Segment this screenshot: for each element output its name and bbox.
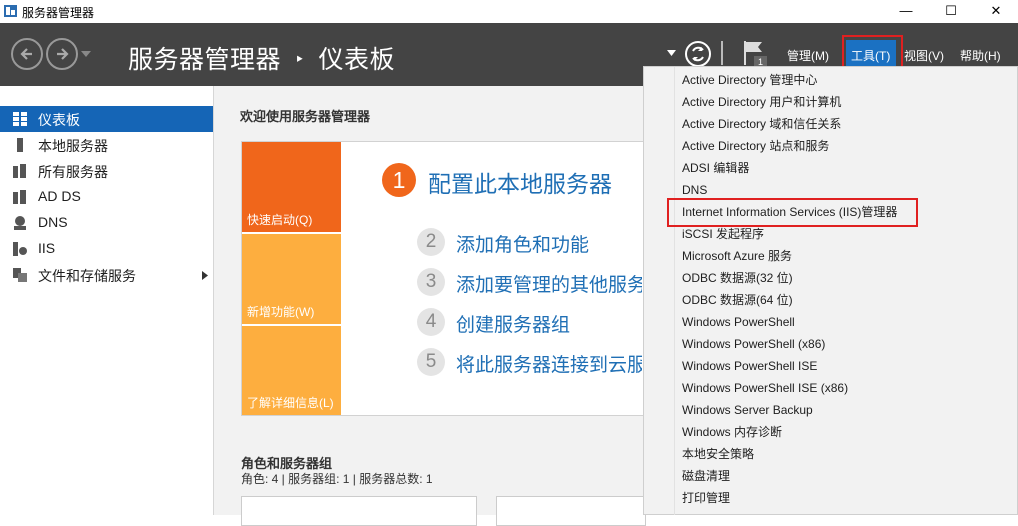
tile-learnmore[interactable]: 了解详细信息(L) xyxy=(242,326,341,415)
breadcrumb-page: 仪表板 xyxy=(318,46,395,74)
tools-menu-item[interactable]: 磁盘清理 xyxy=(682,465,1012,487)
roles-summary: 角色: 4 | 服务器组: 1 | 服务器总数: 1 xyxy=(241,472,433,486)
tools-menu-item[interactable]: Microsoft Azure 服务 xyxy=(682,245,1012,267)
step-1-link[interactable]: 配置此本地服务器 xyxy=(428,165,612,199)
sidebar-item-label: 文件和存储服务 xyxy=(38,268,136,284)
tools-menu-item[interactable]: ODBC 数据源(32 位) xyxy=(682,267,1012,289)
step-3-link[interactable]: 添加要管理的其他服务器 xyxy=(456,270,642,297)
step-4-number: 4 xyxy=(417,308,445,336)
tools-menu-item[interactable]: Windows PowerShell ISE (x86) xyxy=(682,377,1012,399)
sidebar-item-label: 所有服务器 xyxy=(38,164,108,180)
back-arrow-icon xyxy=(20,48,32,60)
step-5-number: 5 xyxy=(417,348,445,376)
sidebar-item-iis[interactable]: IIS xyxy=(0,236,213,262)
forward-arrow-icon xyxy=(57,48,69,60)
tools-menu-item[interactable]: Windows PowerShell xyxy=(682,311,1012,333)
welcome-heading: 欢迎使用服务器管理器 xyxy=(240,109,371,124)
server-manager-app-icon xyxy=(4,5,17,17)
step-4-link[interactable]: 创建服务器组 xyxy=(456,310,570,337)
forward-button[interactable] xyxy=(46,38,78,70)
step-3-number: 3 xyxy=(417,268,445,296)
breadcrumb-separator: ‣ xyxy=(294,50,305,69)
sidebar-item-label: DNS xyxy=(38,214,68,230)
tools-menu-item[interactable]: Active Directory 站点和服务 xyxy=(682,135,1012,157)
role-card[interactable] xyxy=(496,496,646,526)
dashboard-icon xyxy=(13,112,27,126)
servers-icon xyxy=(13,164,26,178)
tools-menu-item[interactable]: Active Directory 域和信任关系 xyxy=(682,113,1012,135)
breadcrumb-root[interactable]: 服务器管理器 xyxy=(128,46,281,74)
sidebar-item-all-servers[interactable]: 所有服务器 xyxy=(0,158,213,184)
sidebar-item-label: 本地服务器 xyxy=(38,138,108,154)
history-dropdown-icon[interactable] xyxy=(81,50,91,58)
ad-ds-icon xyxy=(13,190,26,204)
header-divider xyxy=(721,41,723,65)
maximize-button[interactable]: ☐ xyxy=(928,0,974,23)
tools-menu-item[interactable]: Active Directory 用户和计算机 xyxy=(682,91,1012,113)
tile-quickstart[interactable]: 快速启动(Q) xyxy=(242,142,341,232)
tools-menu-item[interactable]: Windows PowerShell ISE xyxy=(682,355,1012,377)
tools-menu-item[interactable]: 打印管理 xyxy=(682,487,1012,509)
back-button[interactable] xyxy=(11,38,43,70)
server-icon xyxy=(17,138,23,152)
menu-view[interactable]: 视图(V) xyxy=(904,47,944,64)
iis-icon xyxy=(13,242,27,256)
window-title: 服务器管理器 xyxy=(22,6,95,20)
breadcrumb: 服务器管理器 ‣ 仪表板 xyxy=(128,40,395,76)
iis-item-annotation xyxy=(667,198,918,227)
refresh-button[interactable] xyxy=(685,41,711,67)
sidebar-item-file-storage[interactable]: 文件和存储服务 xyxy=(0,262,213,288)
role-card[interactable] xyxy=(241,496,477,526)
tools-menu-item[interactable]: Active Directory 管理中心 xyxy=(682,69,1012,91)
notifications-button[interactable]: 1 xyxy=(741,40,767,68)
tools-menu-item[interactable]: ADSI 编辑器 xyxy=(682,157,1012,179)
tile-whatsnew[interactable]: 新增功能(W) xyxy=(242,234,341,324)
sidebar-item-label: 仪表板 xyxy=(38,112,80,128)
sidebar-item-label: AD DS xyxy=(38,188,81,204)
sidebar-item-local-server[interactable]: 本地服务器 xyxy=(0,132,213,158)
file-storage-icon xyxy=(13,268,27,282)
step-5-link[interactable]: 将此服务器连接到云服务 xyxy=(456,350,642,377)
tools-menu-item[interactable]: Windows 内存诊断 xyxy=(682,421,1012,443)
tools-menu-item[interactable]: 本地安全策略 xyxy=(682,443,1012,465)
sidebar-item-label: IIS xyxy=(38,240,56,256)
menu-manage[interactable]: 管理(M) xyxy=(787,47,829,64)
dropdown-arrow-icon[interactable] xyxy=(667,50,676,57)
tools-menu-item[interactable]: Windows PowerShell (x86) xyxy=(682,333,1012,355)
step-2-number: 2 xyxy=(417,228,445,256)
refresh-icon xyxy=(692,46,704,62)
menu-help[interactable]: 帮助(H) xyxy=(960,47,1001,64)
chevron-right-icon[interactable] xyxy=(202,271,208,280)
minimize-button[interactable]: — xyxy=(883,0,929,23)
step-2-link[interactable]: 添加角色和功能 xyxy=(456,230,589,257)
tools-menu-item[interactable]: Windows Server Backup xyxy=(682,399,1012,421)
dns-icon xyxy=(14,216,26,230)
close-button[interactable]: ✕ xyxy=(973,0,1018,23)
tile-whatsnew-label: 新增功能(W) xyxy=(247,305,315,319)
tile-quickstart-label: 快速启动(Q) xyxy=(247,213,313,227)
tile-learnmore-label: 了解详细信息(L) xyxy=(247,396,334,410)
sidebar-item-dashboard[interactable]: 仪表板 xyxy=(0,106,213,132)
menu-gutter-divider xyxy=(674,67,675,515)
window-titlebar: 服务器管理器 — ☐ ✕ xyxy=(0,0,1018,23)
sidebar-item-ad-ds[interactable]: AD DS xyxy=(0,184,213,210)
sidebar-item-dns[interactable]: DNS xyxy=(0,210,213,236)
tools-menu-item[interactable]: ODBC 数据源(64 位) xyxy=(682,289,1012,311)
step-1-number: 1 xyxy=(382,163,416,197)
